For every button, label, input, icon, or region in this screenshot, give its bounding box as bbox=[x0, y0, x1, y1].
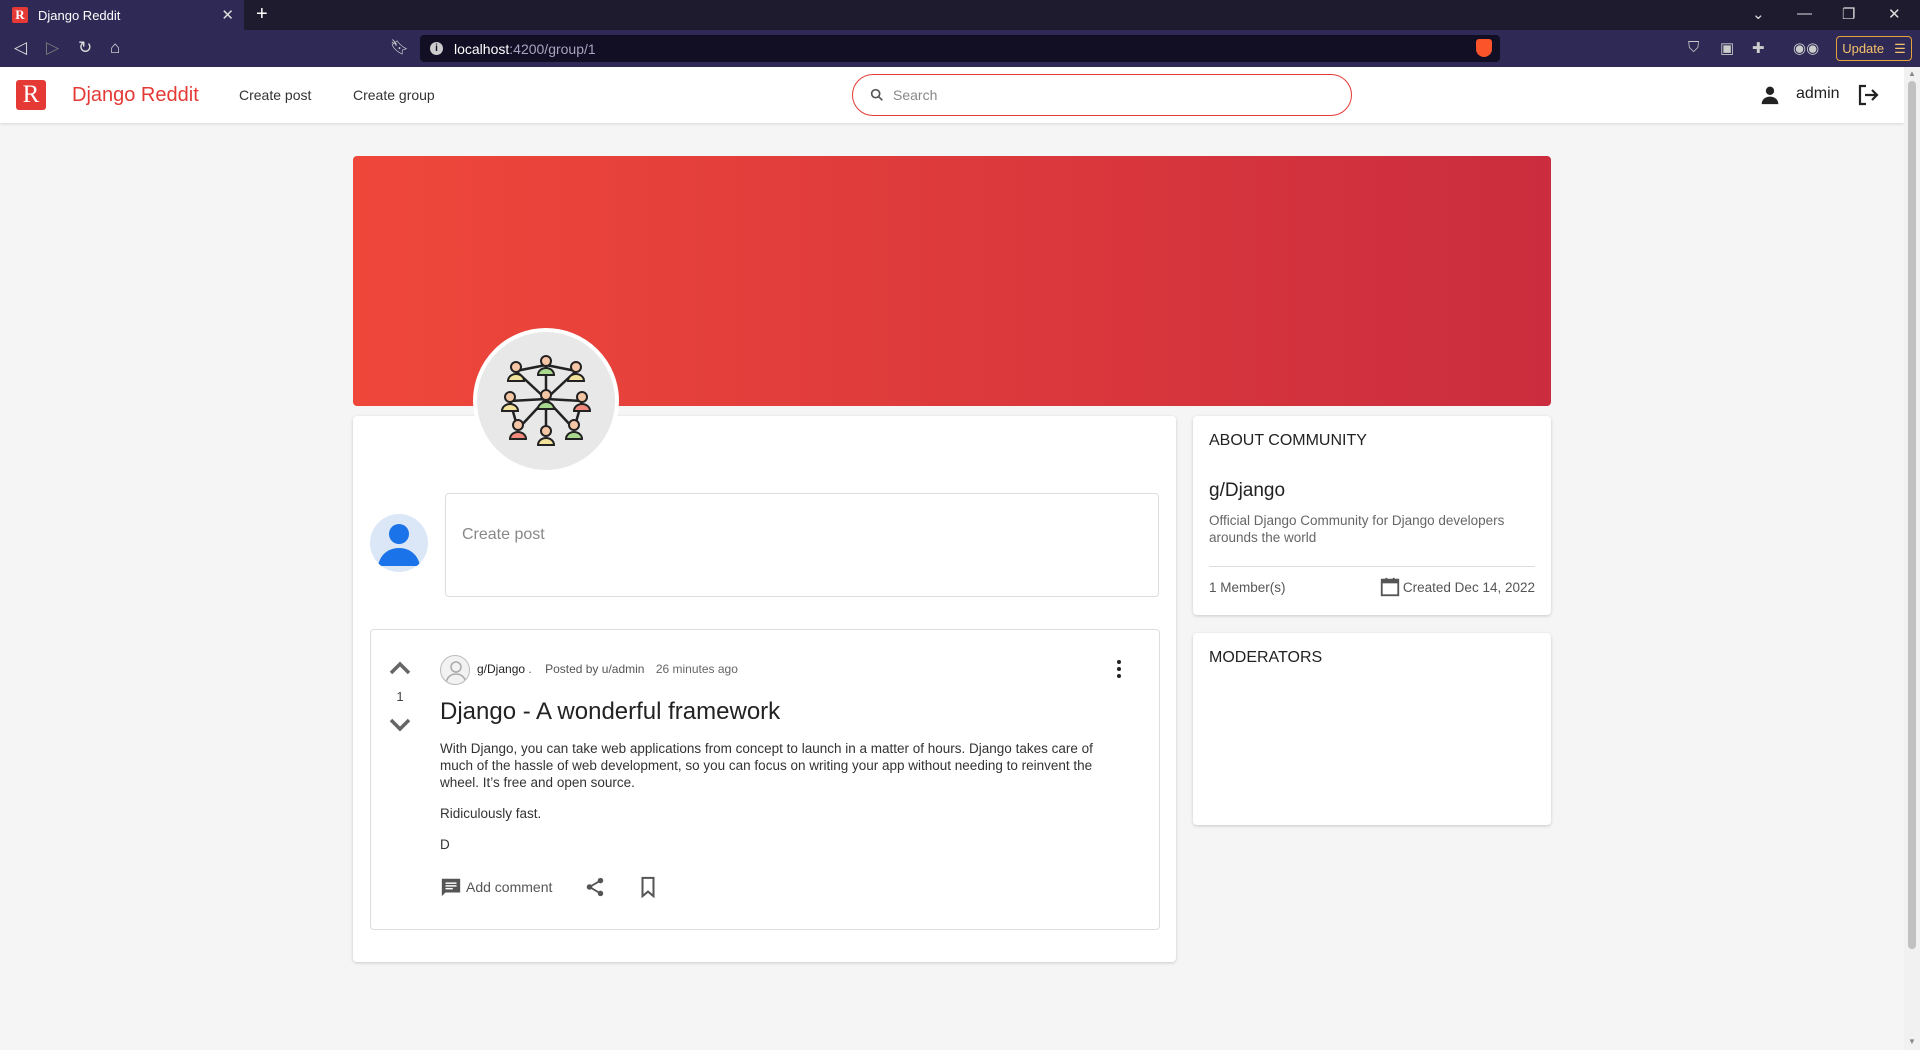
browser-toolbar: ◁ ▷ ↻ ⌂ 🔖︎ i localhost:4200/group/1 ⛉ ▣ … bbox=[0, 30, 1920, 67]
browser-tab[interactable]: R Django Reddit ✕ bbox=[0, 0, 244, 30]
username[interactable]: admin bbox=[1796, 85, 1840, 103]
moderators-heading: MODERATORS bbox=[1209, 649, 1323, 666]
share-icon[interactable] bbox=[584, 876, 606, 898]
about-community-card: ABOUT COMMUNITY g/Django Official Django… bbox=[1193, 416, 1551, 615]
community-network-icon bbox=[500, 355, 592, 446]
create-post-link[interactable]: Create post bbox=[239, 87, 311, 103]
vote-count: 1 bbox=[396, 689, 404, 704]
update-label: Update bbox=[1842, 41, 1885, 56]
update-button[interactable]: Update ☰ bbox=[1836, 36, 1912, 61]
site-info-icon[interactable]: i bbox=[430, 42, 443, 55]
browser-tab-bar: R Django Reddit ✕ + ⌄ — ❐ ✕ bbox=[0, 0, 1920, 30]
scroll-down-icon[interactable]: ▼ bbox=[1908, 1037, 1916, 1046]
group-avatar bbox=[473, 328, 619, 474]
about-group-name: g/Django bbox=[1209, 480, 1286, 501]
bookmark-icon[interactable] bbox=[638, 876, 658, 898]
minimize-icon[interactable]: — bbox=[1797, 5, 1812, 22]
bookmark-page-icon[interactable]: 🔖︎ bbox=[390, 38, 409, 56]
member-count: 1 Member(s) bbox=[1209, 580, 1286, 595]
post-group-suffix: . bbox=[525, 662, 532, 676]
created-date-text: Created Dec 14, 2022 bbox=[1402, 579, 1535, 595]
post-author[interactable]: Posted by u/admin bbox=[545, 662, 644, 676]
post-author-avatar[interactable] bbox=[440, 655, 470, 685]
forward-icon[interactable]: ▷ bbox=[46, 38, 59, 58]
new-tab-icon[interactable]: + bbox=[256, 3, 268, 26]
scroll-thumb[interactable] bbox=[1908, 81, 1916, 949]
menu-icon: ☰ bbox=[1894, 40, 1906, 56]
app-header: R Django Reddit Create post Create group… bbox=[0, 67, 1904, 123]
created-date: Created Dec 14, 2022 bbox=[1379, 576, 1535, 598]
search-icon bbox=[870, 88, 883, 101]
create-post-input[interactable]: Create post bbox=[445, 493, 1159, 597]
extensions-puzzle-icon[interactable]: ✚ bbox=[1752, 39, 1765, 57]
post-paragraph: With Django, you can take web applicatio… bbox=[440, 741, 1093, 790]
tab-search-icon[interactable]: ⌄ bbox=[1752, 5, 1765, 23]
logout-icon[interactable] bbox=[1856, 83, 1880, 107]
post-group-link[interactable]: g/Django bbox=[477, 662, 525, 676]
brave-rewards-icon[interactable]: ⛉ bbox=[1688, 39, 1699, 56]
moderators-card: MODERATORS bbox=[1193, 633, 1551, 825]
restore-icon[interactable]: ❐ bbox=[1842, 5, 1855, 23]
back-icon[interactable]: ◁ bbox=[14, 38, 27, 58]
post-actions: Add comment bbox=[440, 876, 655, 898]
page-scrollbar[interactable]: ▲ ▼ bbox=[1904, 67, 1920, 1050]
extension-icon[interactable]: ▣ bbox=[1720, 39, 1734, 57]
downvote-icon[interactable] bbox=[388, 717, 412, 733]
divider bbox=[1209, 566, 1535, 567]
post-time: 26 minutes ago bbox=[655, 662, 738, 676]
current-user-avatar[interactable] bbox=[370, 514, 428, 572]
search-box[interactable] bbox=[852, 74, 1352, 116]
search-input[interactable] bbox=[893, 87, 1313, 103]
user-icon[interactable] bbox=[1760, 85, 1780, 105]
brand-title[interactable]: Django Reddit bbox=[72, 84, 199, 107]
reload-icon[interactable]: ↻ bbox=[78, 38, 92, 58]
post-paragraph: D bbox=[440, 837, 450, 852]
upvote-icon[interactable] bbox=[388, 660, 412, 676]
favicon-icon: R bbox=[12, 7, 28, 23]
post-paragraph: Ridiculously fast. bbox=[440, 806, 542, 821]
url-host: localhost bbox=[454, 40, 510, 57]
close-tab-icon[interactable]: ✕ bbox=[221, 6, 234, 24]
vpn-glasses-icon[interactable]: ◉◉ bbox=[1793, 39, 1819, 57]
scroll-up-icon[interactable]: ▲ bbox=[1908, 69, 1916, 78]
add-comment-label: Add comment bbox=[466, 879, 553, 895]
close-window-icon[interactable]: ✕ bbox=[1888, 5, 1901, 23]
about-heading: ABOUT COMMUNITY bbox=[1209, 432, 1367, 449]
url-path: :4200/group/1 bbox=[509, 40, 596, 57]
more-options-icon[interactable] bbox=[1112, 659, 1126, 679]
post-meta: g/Django . Posted by u/admin 26 minutes … bbox=[477, 662, 738, 676]
about-description: Official Django Community for Django dev… bbox=[1209, 513, 1505, 545]
tab-title: Django Reddit bbox=[38, 7, 121, 23]
user-avatar-icon bbox=[378, 524, 420, 566]
create-group-link[interactable]: Create group bbox=[353, 87, 435, 103]
post-title[interactable]: Django - A wonderful framework bbox=[440, 698, 780, 726]
address-bar[interactable]: i localhost:4200/group/1 bbox=[420, 35, 1500, 62]
post-body: With Django, you can take web applicatio… bbox=[440, 740, 1120, 867]
calendar-icon bbox=[1380, 577, 1400, 597]
brave-shields-icon[interactable] bbox=[1476, 39, 1492, 57]
logo[interactable]: R bbox=[16, 80, 46, 110]
add-comment-button[interactable]: Add comment bbox=[440, 876, 552, 898]
comment-icon bbox=[441, 878, 461, 897]
home-icon[interactable]: ⌂ bbox=[110, 38, 120, 58]
